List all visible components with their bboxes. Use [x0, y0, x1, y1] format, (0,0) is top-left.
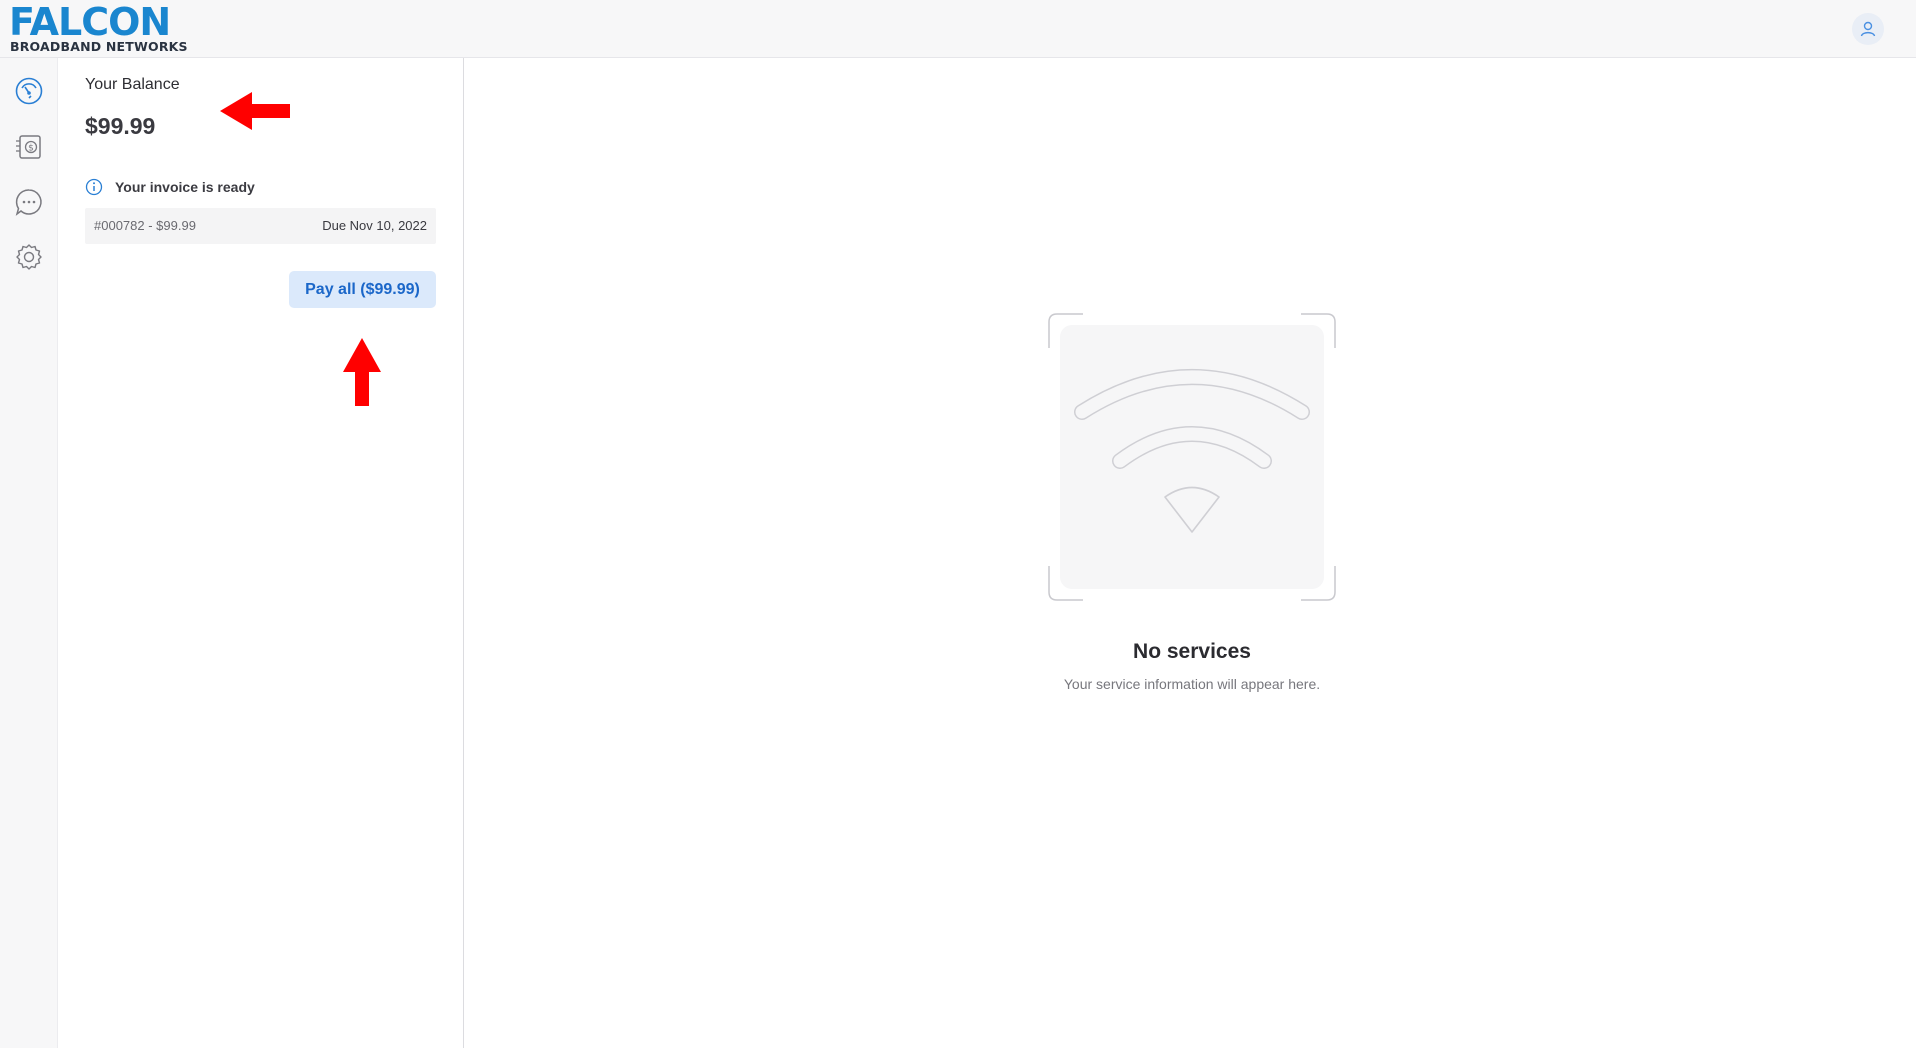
chat-icon: [15, 189, 42, 216]
invoice-due-date: Due Nov 10, 2022: [322, 218, 427, 233]
invoice-reference: #000782 - $99.99: [94, 218, 196, 233]
annotation-arrow-up: [343, 338, 381, 406]
balance-amount: $99.99: [85, 113, 156, 139]
billing-icon: $: [16, 135, 41, 159]
invoice-row[interactable]: #000782 - $99.99 Due Nov 10, 2022: [85, 208, 436, 244]
empty-state-subtitle: Your service information will appear her…: [1063, 676, 1321, 692]
user-icon: [1860, 21, 1876, 37]
info-icon: [85, 178, 103, 196]
brand-tagline: BROADBAND NETWORKS: [10, 39, 188, 54]
user-avatar-button[interactable]: [1852, 13, 1884, 45]
nav-item-settings[interactable]: [13, 241, 45, 273]
speedometer-icon: [15, 77, 43, 105]
nav-item-billing[interactable]: $: [13, 131, 45, 163]
main-content: No services Your service information wil…: [465, 58, 1916, 1048]
no-services-illustration: [1047, 312, 1337, 602]
invoice-notice-text: Your invoice is ready: [115, 179, 255, 195]
brand-name: FALCON: [9, 0, 171, 44]
sidebar-nav: $: [0, 58, 58, 1048]
svg-text:$: $: [28, 144, 34, 154]
wifi-icon: [1048, 313, 1336, 601]
annotation-arrow-left: [220, 92, 290, 130]
balance-panel: Your Balance $99.99 Your invoice is read…: [58, 58, 464, 1048]
empty-state-title: No services: [1133, 640, 1251, 663]
falcon-logo[interactable]: FALCON BROADBAND NETWORKS: [9, 2, 189, 54]
gear-icon: [16, 244, 42, 270]
nav-item-support[interactable]: [13, 186, 45, 218]
balance-label: Your Balance: [85, 76, 180, 93]
pay-all-button[interactable]: Pay all ($99.99): [289, 271, 436, 308]
top-header: FALCON BROADBAND NETWORKS: [0, 0, 1916, 58]
nav-item-dashboard[interactable]: [13, 75, 45, 107]
invoice-notice: Your invoice is ready: [85, 178, 255, 196]
